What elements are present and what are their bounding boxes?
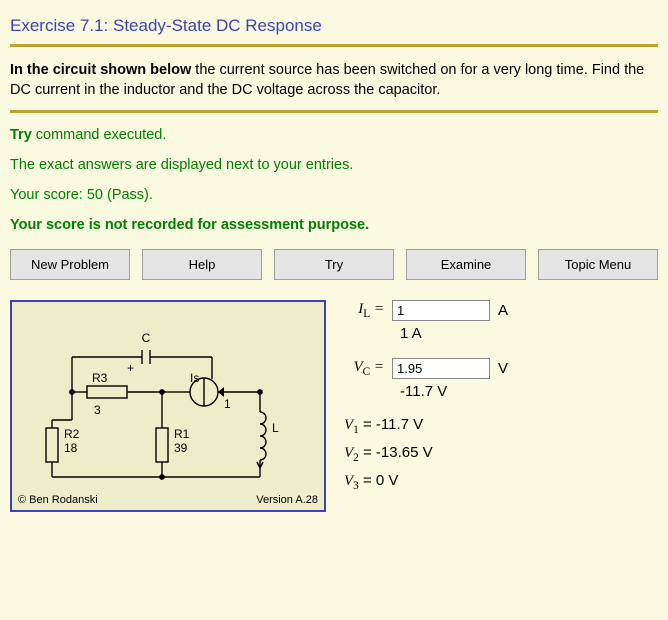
feedback-notrecorded: Your score is not recorded for assessmen… (10, 217, 658, 233)
divider-mid (10, 110, 658, 113)
problem-lead: In the circuit shown below (10, 62, 191, 78)
help-button[interactable]: Help (142, 249, 262, 280)
il-correct: 1 A (400, 325, 514, 342)
topic-menu-button[interactable]: Topic Menu (538, 249, 658, 280)
vc-input[interactable] (392, 358, 490, 379)
label-plus: + (127, 361, 134, 375)
exercise-title: Exercise 7.1: Steady-State DC Response (10, 16, 658, 36)
version-text: Version A.28 (256, 494, 318, 506)
label-R1-val: 39 (174, 441, 188, 455)
label-R2: R2 (64, 427, 80, 441)
v2-row: V2 = -13.65 V (344, 444, 514, 464)
vc-unit: V (498, 360, 514, 377)
label-R3: R3 (92, 371, 108, 385)
vc-correct: -11.7 V (400, 383, 514, 400)
v3-row: V3 = 0 V (344, 472, 514, 492)
label-Is: Is (190, 371, 199, 385)
feedback-block: Try command executed. The exact answers … (10, 127, 658, 233)
label-R2-val: 18 (64, 441, 78, 455)
il-input[interactable] (392, 300, 490, 321)
feedback-try-word: Try (10, 127, 32, 143)
problem-statement: In the circuit shown below the current s… (10, 61, 658, 100)
examine-button[interactable]: Examine (406, 249, 526, 280)
label-R1: R1 (174, 427, 190, 441)
answers-panel: IL = A 1 A VC = V -11.7 V V1 = -11.7 V V… (344, 300, 514, 500)
copyright-text: © Ben Rodanski (18, 494, 98, 506)
v1-row: V1 = -11.7 V (344, 416, 514, 436)
circuit-diagram: C + R3 3 Is 1 R2 18 R1 39 L © Ben Rodans… (10, 300, 326, 512)
label-Is-val: 1 (224, 397, 231, 411)
il-unit: A (498, 302, 514, 319)
label-C: C (142, 331, 151, 345)
feedback-score: Your score: 50 (Pass). (10, 187, 658, 203)
feedback-exact: The exact answers are displayed next to … (10, 157, 658, 173)
label-R3-val: 3 (94, 403, 101, 417)
button-row: New Problem Help Try Examine Topic Menu (10, 249, 658, 280)
try-button[interactable]: Try (274, 249, 394, 280)
feedback-try-rest: command executed. (32, 127, 167, 143)
new-problem-button[interactable]: New Problem (10, 249, 130, 280)
label-L: L (272, 421, 279, 435)
divider-top (10, 44, 658, 47)
